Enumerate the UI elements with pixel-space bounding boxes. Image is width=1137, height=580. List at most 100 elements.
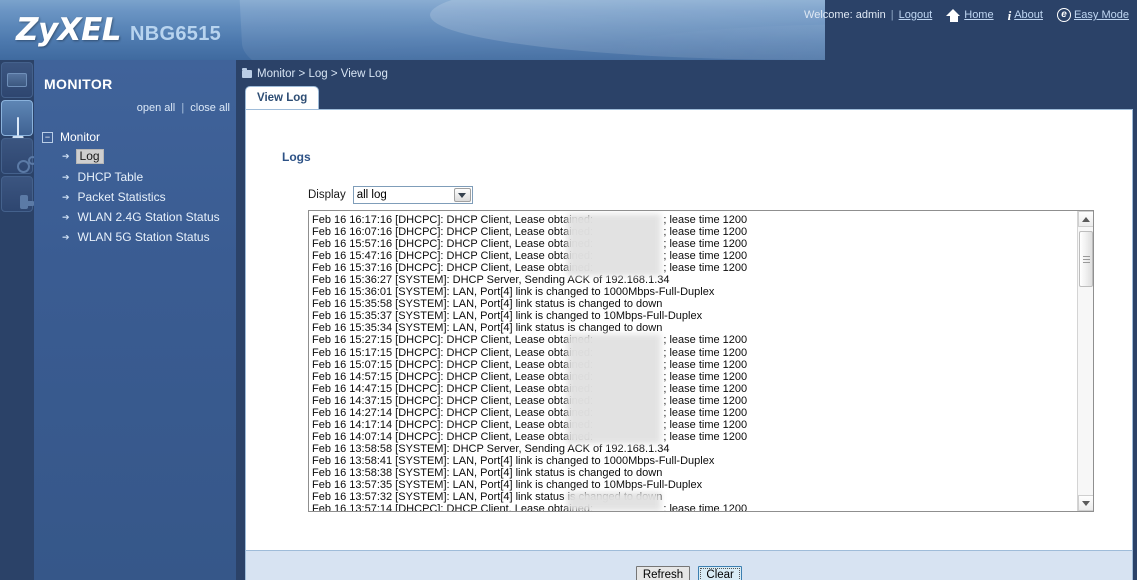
log-line: Feb 16 14:37:15 [DHCPC]: DHCP Client, Le… (312, 394, 748, 407)
log-lines-container: Feb 16 16:17:16 [DHCPC]: DHCP Client, Le… (309, 211, 1078, 511)
rail-button-settings[interactable] (1, 138, 37, 174)
log-line: Feb 16 15:35:58 [SYSTEM]: LAN, Port[4] l… (312, 298, 663, 311)
arrow-bullet-icon: ➔ (62, 171, 70, 182)
sidebar-item-dhcp-table-label: DHCP Table (77, 170, 144, 184)
navigation-tree: − Monitor ➔ Log ➔ DHCP Table ➔ Packet St… (34, 128, 236, 247)
sidebar-item-log-label: Log (75, 149, 104, 164)
log-output-box[interactable]: Feb 16 16:17:16 [DHCPC]: DHCP Client, Le… (308, 210, 1094, 512)
sidebar-item-wlan-5g-station-status[interactable]: ➔ WLAN 5G Station Status (34, 227, 236, 247)
welcome-text: Welcome: admin (804, 9, 886, 21)
sidebar-item-wlan-5g-label: WLAN 5G Station Status (77, 230, 210, 244)
clear-button[interactable]: Clear (698, 565, 743, 580)
redacted-ip-block (567, 214, 661, 276)
chevron-down-icon[interactable] (453, 188, 471, 202)
sidebar: MONITOR open all | close all − Monitor ➔… (34, 60, 238, 580)
nav-easy-mode-label[interactable]: Easy Mode (1074, 9, 1129, 21)
arrow-bullet-icon: ➔ (62, 211, 70, 222)
rail-button-maintenance[interactable] (1, 176, 34, 212)
logout-link[interactable]: Logout (899, 9, 933, 21)
log-line: Feb 16 14:27:14 [DHCPC]: DHCP Client, Le… (312, 406, 748, 419)
redacted-ip-block (567, 492, 661, 511)
grip-icon (1082, 254, 1090, 265)
open-all-link[interactable]: open all (137, 102, 176, 114)
log-line: Feb 16 15:07:15 [DHCPC]: DHCP Client, Le… (312, 358, 748, 371)
log-line: Feb 16 15:17:15 [DHCPC]: DHCP Client, Le… (312, 346, 748, 359)
collapse-minus-icon[interactable]: − (42, 131, 53, 143)
refresh-button[interactable]: Refresh (635, 565, 691, 580)
main-area: Monitor > Log > View Log View Log Logs D… (238, 60, 1137, 580)
sidebar-item-dhcp-table[interactable]: ➔ DHCP Table (34, 167, 236, 187)
sidebar-item-wlan-24g-station-status[interactable]: ➔ WLAN 2.4G Station Status (34, 207, 236, 227)
log-line: Feb 16 13:57:14 [DHCPC]: DHCP Client, Le… (312, 503, 748, 511)
nav-easy-mode[interactable]: e Easy Mode (1056, 8, 1129, 22)
home-icon (946, 8, 961, 22)
arrow-bullet-icon: ➔ (62, 151, 70, 161)
status-icon (7, 73, 27, 87)
breadcrumb-text: Monitor > Log > View Log (257, 68, 388, 80)
log-line: Feb 16 14:17:14 [DHCPC]: DHCP Client, Le… (312, 418, 748, 431)
section-title-logs: Logs (282, 150, 311, 164)
sidebar-item-packet-statistics[interactable]: ➔ Packet Statistics (34, 187, 236, 207)
monitor-icon (17, 117, 19, 136)
log-line: Feb 16 13:57:32 [SYSTEM]: LAN, Port[4] l… (312, 491, 663, 504)
log-line: Feb 16 14:47:15 [DHCPC]: DHCP Client, Le… (312, 382, 748, 395)
tab-bar: View Log (238, 86, 1137, 109)
log-line: Feb 16 15:35:37 [SYSTEM]: LAN, Port[4] l… (312, 310, 703, 323)
log-line: Feb 16 13:58:38 [SYSTEM]: LAN, Port[4] l… (312, 466, 663, 479)
brand-logo: ZyXEL NBG6515 (16, 12, 221, 48)
nav-about-label[interactable]: About (1014, 9, 1043, 21)
easy-mode-icon: e (1056, 8, 1071, 22)
tab-view-log[interactable]: View Log (245, 86, 320, 109)
log-line: Feb 16 16:07:16 [DHCPC]: DHCP Client, Le… (312, 226, 748, 239)
log-line: Feb 16 14:07:14 [DHCPC]: DHCP Client, Le… (312, 430, 748, 443)
device-model: NBG6515 (130, 23, 222, 45)
info-icon: i (1007, 7, 1012, 23)
display-filter-row: Display all log (308, 186, 473, 204)
log-line: Feb 16 13:58:58 [SYSTEM]: DHCP Server, S… (312, 442, 670, 455)
log-line: Feb 16 13:58:41 [SYSTEM]: LAN, Port[4] l… (312, 454, 715, 467)
panel-footer: Refresh Clear (246, 550, 1132, 580)
log-line: Feb 16 14:57:15 [DHCPC]: DHCP Client, Le… (312, 370, 748, 383)
close-all-link[interactable]: close all (190, 102, 230, 114)
top-navigation: Welcome: admin | Logout Home i About e E… (804, 5, 1129, 25)
nav-home[interactable]: Home (946, 8, 994, 22)
rail-button-status[interactable] (1, 62, 33, 98)
nav-home-label[interactable]: Home (964, 9, 993, 21)
display-select[interactable]: all log (352, 186, 473, 204)
log-line: Feb 16 15:47:16 [DHCPC]: DHCP Client, Le… (312, 250, 748, 263)
nav-separator: | (890, 9, 894, 21)
sidebar-item-packet-statistics-label: Packet Statistics (77, 190, 166, 204)
scroll-up-icon[interactable] (1078, 211, 1093, 227)
sidebar-item-wlan-24g-label: WLAN 2.4G Station Status (77, 210, 220, 224)
page-header: ZyXEL NBG6515 Welcome: admin | Logout Ho… (0, 0, 1137, 60)
log-scrollbar[interactable] (1077, 211, 1093, 511)
sidebar-title: MONITOR (44, 76, 113, 92)
log-line: Feb 16 16:17:16 [DHCPC]: DHCP Client, Le… (312, 214, 748, 226)
nav-about[interactable]: i About (1008, 9, 1043, 22)
log-line: Feb 16 15:36:01 [SYSTEM]: LAN, Port[4] l… (312, 286, 715, 299)
tree-root-monitor[interactable]: − Monitor (34, 128, 236, 146)
panel-body: Logs Display all log Feb 16 16:17:16 [DH… (246, 110, 1132, 550)
scrollbar-thumb[interactable] (1079, 231, 1093, 287)
log-line: Feb 16 13:57:35 [SYSTEM]: LAN, Port[4] l… (312, 479, 703, 492)
icon-rail (0, 60, 37, 580)
arrow-bullet-icon: ➔ (62, 191, 70, 202)
tree-controls-separator: | (181, 102, 185, 114)
log-line: Feb 16 15:27:15 [DHCPC]: DHCP Client, Le… (312, 334, 748, 347)
log-line: Feb 16 15:35:34 [SYSTEM]: LAN, Port[4] l… (312, 322, 663, 335)
log-line: Feb 16 15:37:16 [DHCPC]: DHCP Client, Le… (312, 262, 748, 275)
sidebar-tree-controls: open all | close all (34, 92, 236, 114)
tree-root-label: Monitor (60, 130, 101, 144)
display-select-value: all log (356, 189, 387, 201)
scroll-down-icon[interactable] (1078, 495, 1093, 511)
display-label: Display (308, 189, 346, 201)
folder-icon (242, 68, 252, 78)
brand-name: ZyXEL (16, 12, 122, 48)
arrow-bullet-icon: ➔ (62, 231, 70, 242)
log-line: Feb 16 15:57:16 [DHCPC]: DHCP Client, Le… (312, 238, 748, 251)
redacted-ip-block (567, 334, 661, 444)
content-panel: Logs Display all log Feb 16 16:17:16 [DH… (245, 109, 1133, 580)
rail-button-monitor[interactable] (1, 100, 33, 136)
sidebar-item-log[interactable]: ➔ Log (34, 146, 236, 167)
breadcrumb: Monitor > Log > View Log (238, 65, 1137, 83)
